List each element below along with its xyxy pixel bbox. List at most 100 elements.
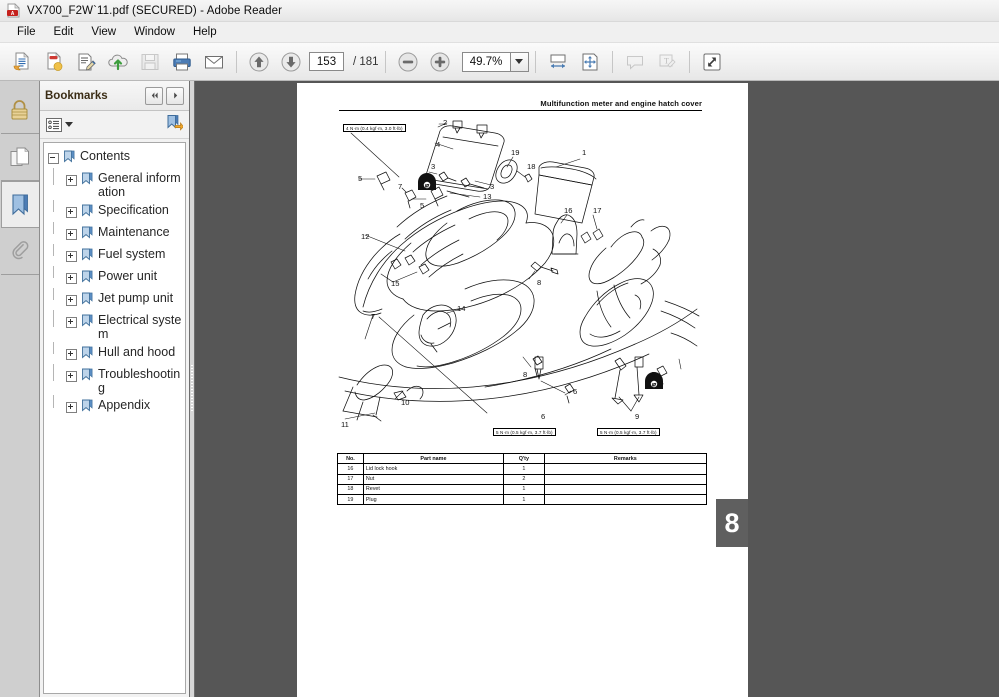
cell-part-name: Revet — [362, 483, 505, 496]
zoom-in-button[interactable] — [424, 46, 456, 78]
expand-toggle[interactable] — [66, 294, 77, 306]
menu-help[interactable]: Help — [184, 24, 226, 40]
cell-remarks — [543, 463, 708, 475]
bookmark-node-troubleshooting[interactable]: Troubleshooting — [48, 363, 183, 396]
bookmark-node-power-unit[interactable]: Power unit — [48, 265, 183, 288]
pdf-page: Multifunction meter and engine hatch cov… — [297, 83, 748, 697]
save-icon[interactable] — [134, 46, 166, 78]
bookmark-label[interactable]: Troubleshooting — [98, 367, 183, 396]
svg-text:3: 3 — [490, 182, 494, 191]
expand-toggle[interactable] — [66, 175, 77, 186]
bookmark-label[interactable]: Contents — [80, 149, 130, 163]
bookmark-label[interactable]: Jet pump unit — [98, 291, 173, 305]
expand-toggle[interactable] — [66, 206, 77, 218]
menu-edit[interactable]: Edit — [45, 24, 83, 40]
cell-remarks — [543, 494, 708, 506]
panel-nav-buttons — [145, 86, 184, 105]
combine-files-icon[interactable] — [38, 46, 70, 78]
page-number-input[interactable]: 153 — [309, 52, 344, 71]
bookmark-label[interactable]: Hull and hood — [98, 345, 175, 359]
sticky-note-icon[interactable] — [619, 46, 651, 78]
tree-connector — [53, 168, 54, 186]
bookmark-node-appendix[interactable]: Appendix — [48, 395, 183, 417]
bookmark-label[interactable]: General information — [98, 171, 183, 200]
chevron-right-icon[interactable] — [166, 86, 184, 105]
comment-markup-icon[interactable] — [70, 46, 102, 78]
rail-item-security[interactable] — [0, 87, 39, 134]
fit-width-button[interactable] — [542, 46, 574, 78]
zoom-dropdown-button[interactable] — [509, 51, 529, 72]
rail-item-attachments[interactable] — [0, 228, 39, 275]
expand-toggle[interactable] — [66, 272, 77, 284]
bookmark-label[interactable]: Power unit — [98, 269, 157, 283]
cell-qty: 1 — [503, 483, 545, 496]
bookmark-label[interactable]: Fuel system — [98, 247, 165, 261]
create-pdf-icon[interactable] — [6, 46, 38, 78]
new-bookmark-icon — [167, 114, 184, 131]
fullscreen-button[interactable] — [696, 46, 728, 78]
fit-page-button[interactable] — [574, 46, 606, 78]
zoom-level-input[interactable]: 49.7% — [461, 51, 510, 72]
bookmarks-tree[interactable]: Contents General information Specificati… — [43, 142, 186, 694]
new-bookmark-button[interactable] — [166, 114, 184, 136]
expand-toggle[interactable] — [66, 250, 77, 262]
svg-text:5: 5 — [420, 201, 424, 210]
torque-spec-top: 4 N·m (0.4 kgf·m, 3.0 ft·lb) — [343, 124, 406, 132]
bookmarks-panel-title: Bookmarks — [45, 89, 108, 102]
bookmark-node-maintenance[interactable]: Maintenance — [48, 221, 183, 244]
document-viewport[interactable]: Multifunction meter and engine hatch cov… — [195, 81, 999, 697]
email-icon[interactable] — [198, 46, 230, 78]
svg-text:8: 8 — [537, 278, 541, 287]
bookmark-label[interactable]: Maintenance — [98, 225, 170, 239]
menu-window[interactable]: Window — [125, 24, 184, 40]
bookmark-node-contents[interactable]: Contents — [48, 149, 183, 168]
table-row: 17 Nut 2 — [337, 473, 708, 485]
main-toolbar: 153 / 181 49.7% T — [0, 43, 999, 81]
bookmark-node-fuel-system[interactable]: Fuel system — [48, 243, 183, 266]
expand-toggle[interactable] — [66, 228, 77, 240]
bookmark-node-hull-and-hood[interactable]: Hull and hood — [48, 341, 183, 364]
rail-item-bookmarks[interactable] — [0, 181, 39, 228]
bookmark-label[interactable]: Appendix — [98, 398, 150, 412]
menu-view[interactable]: View — [82, 24, 125, 40]
torque-spec-text: 5 N·m (0.5 kgf·m, 3.7 ft·lb) — [600, 429, 657, 435]
cell-part-name: Lid lock hook — [362, 463, 505, 475]
share-upload-icon[interactable] — [102, 46, 134, 78]
svg-text:14: 14 — [457, 304, 465, 313]
svg-text:7: 7 — [371, 312, 375, 321]
menu-file[interactable]: File — [8, 24, 45, 40]
expand-toggle[interactable] — [66, 348, 77, 360]
double-chevron-left-icon[interactable] — [145, 86, 163, 105]
toolbar-separator — [236, 50, 237, 73]
window-title: VX700_F2W`11.pdf (SECURED) - Adobe Reade… — [27, 4, 283, 17]
bookmark-node-jet-pump-unit[interactable]: Jet pump unit — [48, 287, 183, 310]
table-row: 18 Revet 1 — [337, 483, 708, 496]
rail-item-page-thumbnails[interactable] — [0, 134, 39, 181]
cell-part-name: Plug — [362, 494, 505, 506]
cell-no: 18 — [337, 483, 364, 496]
collapse-toggle[interactable] — [48, 153, 59, 164]
bookmark-options-button[interactable] — [46, 117, 73, 132]
expand-toggle[interactable] — [66, 370, 77, 382]
svg-text:8: 8 — [523, 370, 527, 379]
bookmark-label[interactable]: Specification — [98, 203, 169, 217]
expand-toggle[interactable] — [66, 316, 77, 328]
bookmark-icon — [81, 314, 94, 332]
bookmark-node-electrical-system[interactable]: Electrical system — [48, 309, 183, 342]
svg-text:18: 18 — [527, 162, 535, 171]
svg-text:7: 7 — [398, 182, 402, 191]
tree-connector — [53, 221, 54, 235]
svg-text:11: 11 — [341, 420, 349, 429]
previous-page-button[interactable] — [243, 46, 275, 78]
tree-connector — [53, 287, 54, 301]
bookmark-node-specification[interactable]: Specification — [48, 199, 183, 222]
text-edit-icon[interactable]: T — [651, 46, 683, 78]
expand-toggle[interactable] — [66, 402, 77, 414]
bookmark-label[interactable]: Electrical system — [98, 313, 183, 342]
print-icon[interactable] — [166, 46, 198, 78]
bookmark-icon — [81, 248, 94, 266]
svg-text:16: 16 — [564, 206, 572, 215]
zoom-out-button[interactable] — [392, 46, 424, 78]
bookmark-node-general-information[interactable]: General information — [48, 168, 183, 200]
next-page-button[interactable] — [275, 46, 307, 78]
